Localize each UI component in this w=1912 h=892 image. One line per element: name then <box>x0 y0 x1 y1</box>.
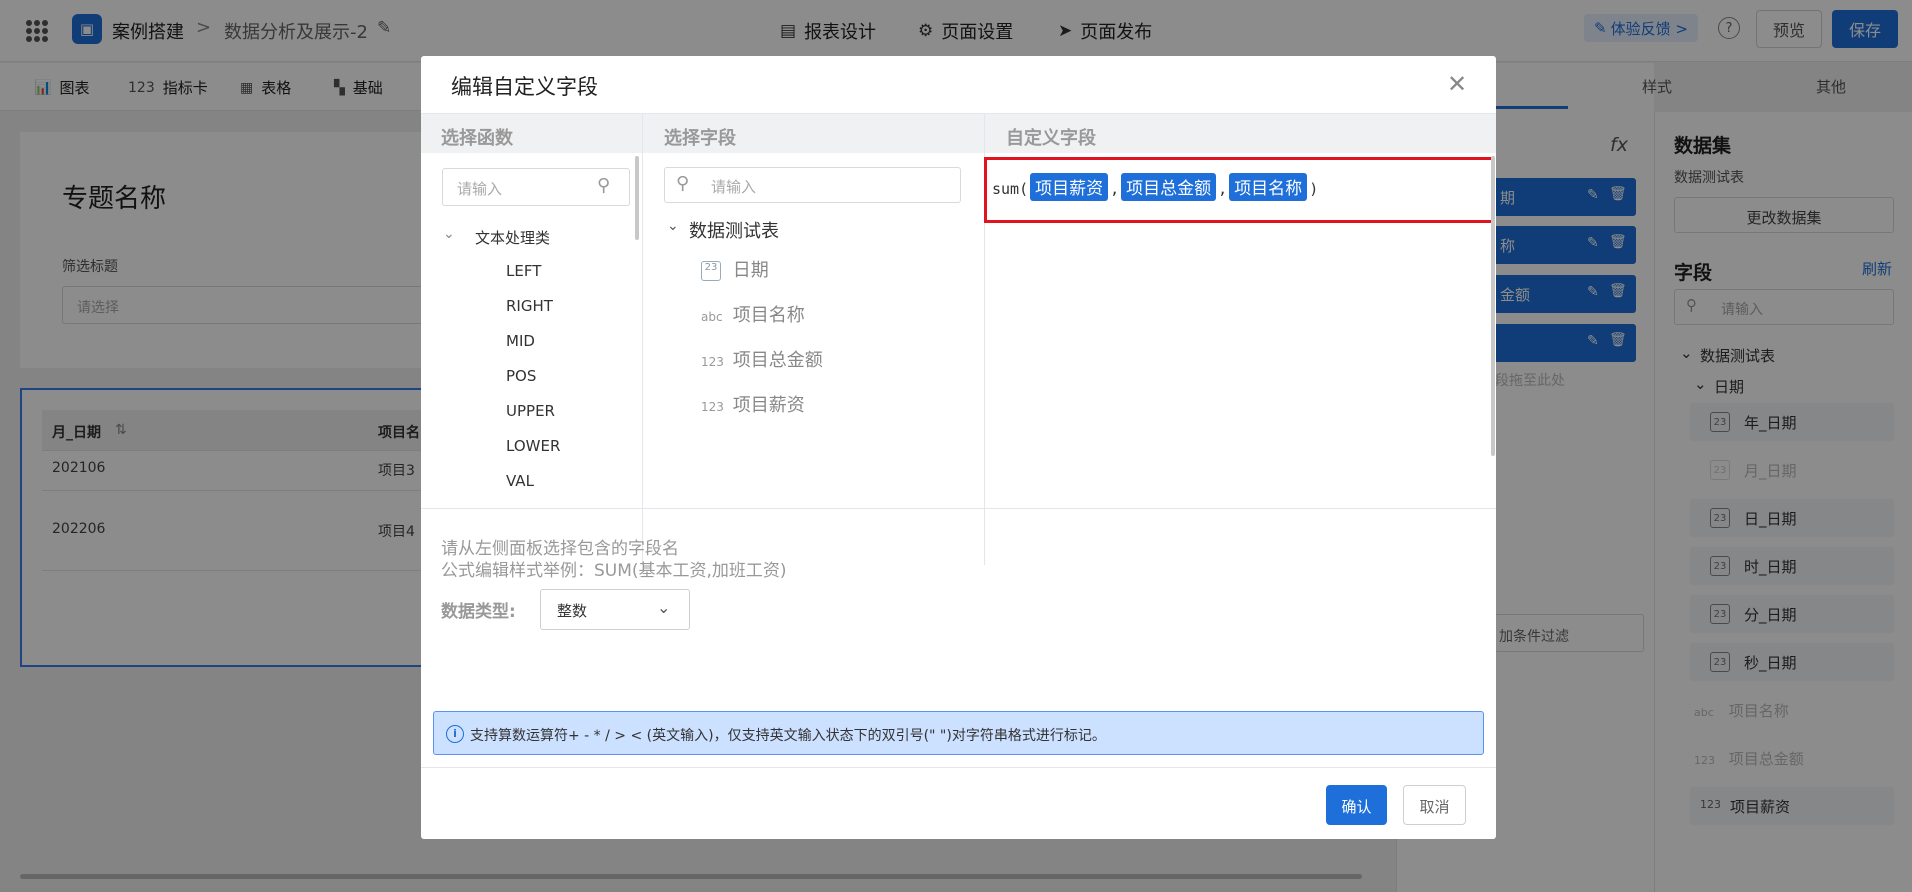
formula-token[interactable]: 项目名称 <box>1229 173 1308 201</box>
search-icon: ⚲ <box>597 175 611 196</box>
function-item[interactable]: POS <box>506 367 536 385</box>
function-item[interactable]: LEFT <box>506 262 541 280</box>
field-item[interactable]: 123 项目总金额 <box>701 346 823 372</box>
divider <box>642 113 643 565</box>
formula-function: sum( <box>992 180 1029 198</box>
function-scrollbar[interactable] <box>635 156 639 240</box>
number-type-icon: 123 <box>701 400 724 414</box>
field-column-title: 选择字段 <box>664 128 736 149</box>
info-banner: i 支持算数运算符+ - * / > < (英文输入)，仅支持英文输入状态下的双… <box>433 711 1484 755</box>
function-item[interactable]: RIGHT <box>506 297 553 315</box>
editor-scrollbar[interactable] <box>1491 156 1495 456</box>
formula-separator: , <box>1218 180 1228 198</box>
data-type-label: 数据类型: <box>441 602 516 622</box>
custom-field-column-title: 自定义字段 <box>1006 128 1096 149</box>
function-column-title: 选择函数 <box>441 128 513 149</box>
info-text: 支持算数运算符+ - * / > < (英文输入)，仅支持英文输入状态下的双引号… <box>470 728 1106 744</box>
field-label: 项目薪资 <box>732 395 805 416</box>
formula-editor[interactable]: sum(项目薪资, 项目总金额, 项目名称) <box>992 173 1318 201</box>
function-item[interactable]: LOWER <box>506 437 560 455</box>
function-item[interactable]: MID <box>506 332 535 350</box>
formula-separator: , <box>1110 180 1120 198</box>
field-search-input[interactable]: 请输入 <box>664 167 961 203</box>
confirm-button[interactable]: 确认 <box>1326 785 1387 825</box>
number-type-icon: 123 <box>701 355 724 369</box>
function-item[interactable]: UPPER <box>506 402 555 420</box>
chevron-down-icon[interactable]: ⌄ <box>443 226 455 242</box>
field-item[interactable]: abc 项目名称 <box>701 301 805 327</box>
chevron-down-icon[interactable]: ⌄ <box>667 218 679 234</box>
field-item[interactable]: 23 日期 <box>701 256 769 282</box>
field-label: 项目名称 <box>732 305 805 326</box>
function-category[interactable]: 文本处理类 <box>475 227 550 248</box>
search-icon: ⚲ <box>676 173 690 194</box>
field-item[interactable]: 123 项目薪资 <box>701 391 805 417</box>
dialog-title: 编辑自定义字段 <box>451 75 598 99</box>
function-item[interactable]: VAL <box>506 472 534 490</box>
chevron-down-icon[interactable]: ⌄ <box>657 598 670 617</box>
close-icon[interactable]: ✕ <box>1447 70 1467 98</box>
calendar-icon: 23 <box>701 261 721 281</box>
field-table-node[interactable]: 数据测试表 <box>689 217 779 243</box>
column-header-bar <box>421 113 1496 153</box>
formula-token[interactable]: 项目总金额 <box>1121 173 1217 201</box>
field-label: 日期 <box>732 260 769 281</box>
formula-token[interactable]: 项目薪资 <box>1030 173 1109 201</box>
text-type-icon: abc <box>701 310 723 324</box>
cancel-button[interactable]: 取消 <box>1403 785 1466 825</box>
info-icon: i <box>446 725 464 743</box>
formula-close: ) <box>1309 180 1319 198</box>
example-text: 公式编辑样式举例：SUM(基本工资,加班工资) <box>441 561 787 581</box>
field-label: 项目总金额 <box>732 350 823 371</box>
divider <box>421 767 1496 768</box>
divider <box>421 508 1496 509</box>
custom-field-dialog: 编辑自定义字段 ✕ 选择函数 选择字段 自定义字段 请输入 ⚲ ⌄ 文本处理类 … <box>421 56 1496 839</box>
